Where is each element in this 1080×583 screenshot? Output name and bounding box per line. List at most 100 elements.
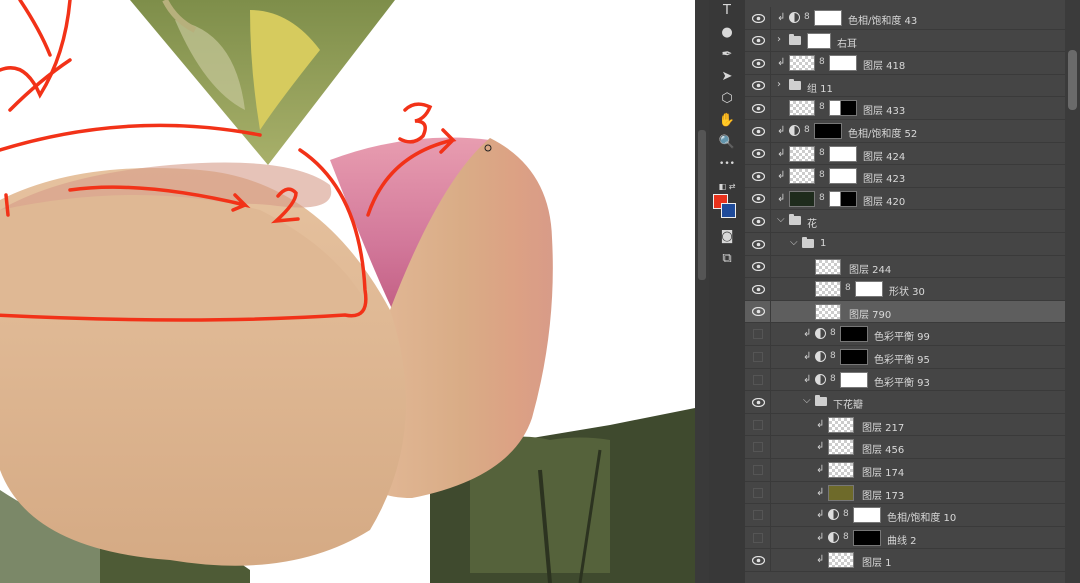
layer-row[interactable]: ↲ 8 色相/饱和度 43 — [745, 7, 1065, 30]
layer-row[interactable]: ⌵ 1 — [745, 233, 1065, 256]
pen-tool-icon[interactable]: ✒ — [709, 44, 745, 64]
visibility-toggle[interactable] — [753, 442, 763, 453]
eye-icon[interactable] — [751, 11, 765, 25]
swap-colors-icon[interactable]: ◧ ⇄ — [709, 176, 745, 196]
layer-row[interactable]: ↲ 8 图层 420 — [745, 187, 1065, 211]
layer-row[interactable]: ↲ 图层 1 — [745, 549, 1065, 572]
layer-thumbnail[interactable] — [828, 416, 854, 433]
eye-icon[interactable] — [751, 260, 765, 274]
layer-thumbnail[interactable] — [815, 303, 841, 320]
mask-thumbnail[interactable] — [840, 371, 868, 388]
mask-thumbnail[interactable] — [814, 10, 842, 26]
layer-thumbnail[interactable] — [789, 145, 815, 162]
link-icon[interactable]: 8 — [830, 328, 836, 338]
visibility-toggle[interactable] — [753, 510, 763, 521]
visibility-toggle[interactable] — [753, 374, 763, 385]
layer-row[interactable]: › 右耳 — [745, 29, 1065, 53]
mask-thumbnail[interactable] — [829, 168, 857, 185]
group-mask-thumbnail[interactable] — [807, 32, 831, 49]
canvas-scrollbar[interactable] — [695, 0, 709, 583]
layer-row[interactable]: 图层 790 — [745, 300, 1065, 324]
background-color-swatch[interactable] — [721, 203, 736, 218]
visibility-toggle[interactable] — [753, 465, 763, 475]
hand-tool-icon[interactable]: ✋ — [709, 110, 745, 130]
eye-icon[interactable] — [751, 34, 765, 48]
link-icon[interactable]: 8 — [843, 532, 849, 542]
link-icon[interactable]: 8 — [830, 351, 836, 361]
eye-icon[interactable] — [751, 169, 765, 183]
visibility-toggle[interactable] — [753, 419, 763, 430]
eye-icon[interactable] — [751, 214, 765, 228]
layer-row[interactable]: ⌵ 花 — [745, 210, 1065, 233]
screen-mode-icon[interactable]: ⧉ — [709, 248, 745, 268]
eye-icon[interactable] — [751, 124, 765, 138]
layer-row[interactable]: 图层 244 — [745, 255, 1065, 279]
mask-thumbnail[interactable] — [814, 123, 842, 139]
mask-thumbnail[interactable] — [840, 326, 868, 343]
eye-icon[interactable] — [751, 56, 765, 70]
link-icon[interactable]: 8 — [830, 374, 836, 384]
mask-thumbnail[interactable] — [829, 55, 857, 72]
blur-tool-icon[interactable]: ● — [709, 22, 745, 42]
layer-row[interactable]: ↲ 8 色相/饱和度 52 — [745, 120, 1065, 143]
chevron-right-icon[interactable]: › — [777, 79, 781, 90]
layer-row[interactable]: ↲ 8 色相/饱和度 10 — [745, 504, 1065, 527]
layer-thumbnail[interactable] — [815, 258, 841, 275]
layer-thumbnail[interactable] — [789, 100, 815, 117]
more-tools-icon[interactable]: ••• — [709, 154, 745, 174]
layer-thumbnail[interactable] — [828, 484, 854, 501]
link-icon[interactable]: 8 — [819, 102, 825, 112]
layer-thumbnail[interactable] — [789, 168, 815, 185]
layer-thumbnail[interactable] — [828, 552, 854, 569]
layer-row[interactable]: ↲ 图层 174 — [745, 459, 1065, 482]
zoom-tool-icon[interactable]: 🔍 — [709, 132, 745, 152]
document-canvas[interactable] — [0, 0, 695, 583]
layer-row[interactable]: ↲ 8 色彩平衡 95 — [745, 346, 1065, 369]
visibility-toggle[interactable] — [753, 487, 763, 498]
visibility-toggle[interactable] — [753, 352, 763, 362]
chevron-down-icon[interactable]: ⌵ — [803, 395, 811, 406]
eye-icon[interactable] — [751, 79, 765, 93]
layer-row[interactable]: ↲ 8 曲线 2 — [745, 526, 1065, 550]
link-icon[interactable]: 8 — [819, 170, 825, 180]
link-icon[interactable]: 8 — [819, 193, 825, 203]
eye-icon[interactable] — [751, 147, 765, 161]
eye-icon[interactable] — [751, 553, 765, 567]
eye-icon[interactable] — [751, 305, 765, 319]
chevron-down-icon[interactable]: ⌵ — [790, 237, 798, 248]
layer-row[interactable]: ↲ 8 色彩平衡 93 — [745, 368, 1065, 392]
visibility-toggle[interactable] — [753, 532, 763, 543]
eye-icon[interactable] — [751, 192, 765, 206]
eye-icon[interactable] — [751, 395, 765, 409]
mask-thumbnail[interactable] — [853, 529, 881, 546]
chevron-right-icon[interactable]: › — [777, 34, 781, 45]
link-icon[interactable]: 8 — [804, 12, 810, 22]
eye-icon[interactable] — [751, 101, 765, 115]
chevron-down-icon[interactable]: ⌵ — [777, 214, 785, 225]
layer-row[interactable]: ↲ 图层 456 — [745, 436, 1065, 459]
layer-row[interactable]: ↲ 8 色彩平衡 99 — [745, 323, 1065, 346]
layer-row[interactable]: ↲ 8 图层 418 — [745, 52, 1065, 75]
layer-thumbnail[interactable] — [828, 439, 854, 456]
type-tool-icon[interactable]: T — [709, 0, 745, 20]
layer-thumbnail[interactable] — [789, 190, 815, 207]
layer-row[interactable]: ⌵ 下花瓣 — [745, 391, 1065, 414]
shape-tool-icon[interactable]: ⬡ — [709, 88, 745, 108]
mask-thumbnail[interactable] — [840, 349, 868, 365]
mask-thumbnail[interactable] — [829, 100, 857, 117]
path-select-tool-icon[interactable]: ➤ — [709, 66, 745, 86]
eye-icon[interactable] — [751, 282, 765, 296]
link-icon[interactable]: 8 — [819, 57, 825, 67]
layer-row[interactable]: ↲ 图层 217 — [745, 413, 1065, 437]
canvas-scroll-thumb[interactable] — [698, 130, 706, 280]
layers-scroll-thumb[interactable] — [1068, 50, 1077, 110]
mask-thumbnail[interactable] — [855, 281, 883, 298]
link-icon[interactable]: 8 — [845, 283, 851, 293]
link-icon[interactable]: 8 — [843, 509, 849, 519]
mask-thumbnail[interactable] — [853, 507, 881, 524]
visibility-toggle[interactable] — [753, 329, 763, 340]
link-icon[interactable]: 8 — [819, 148, 825, 158]
mask-thumbnail[interactable] — [829, 145, 857, 162]
layer-row[interactable]: 8 图层 433 — [745, 97, 1065, 120]
quick-mask-icon[interactable]: ◙ — [709, 226, 745, 246]
